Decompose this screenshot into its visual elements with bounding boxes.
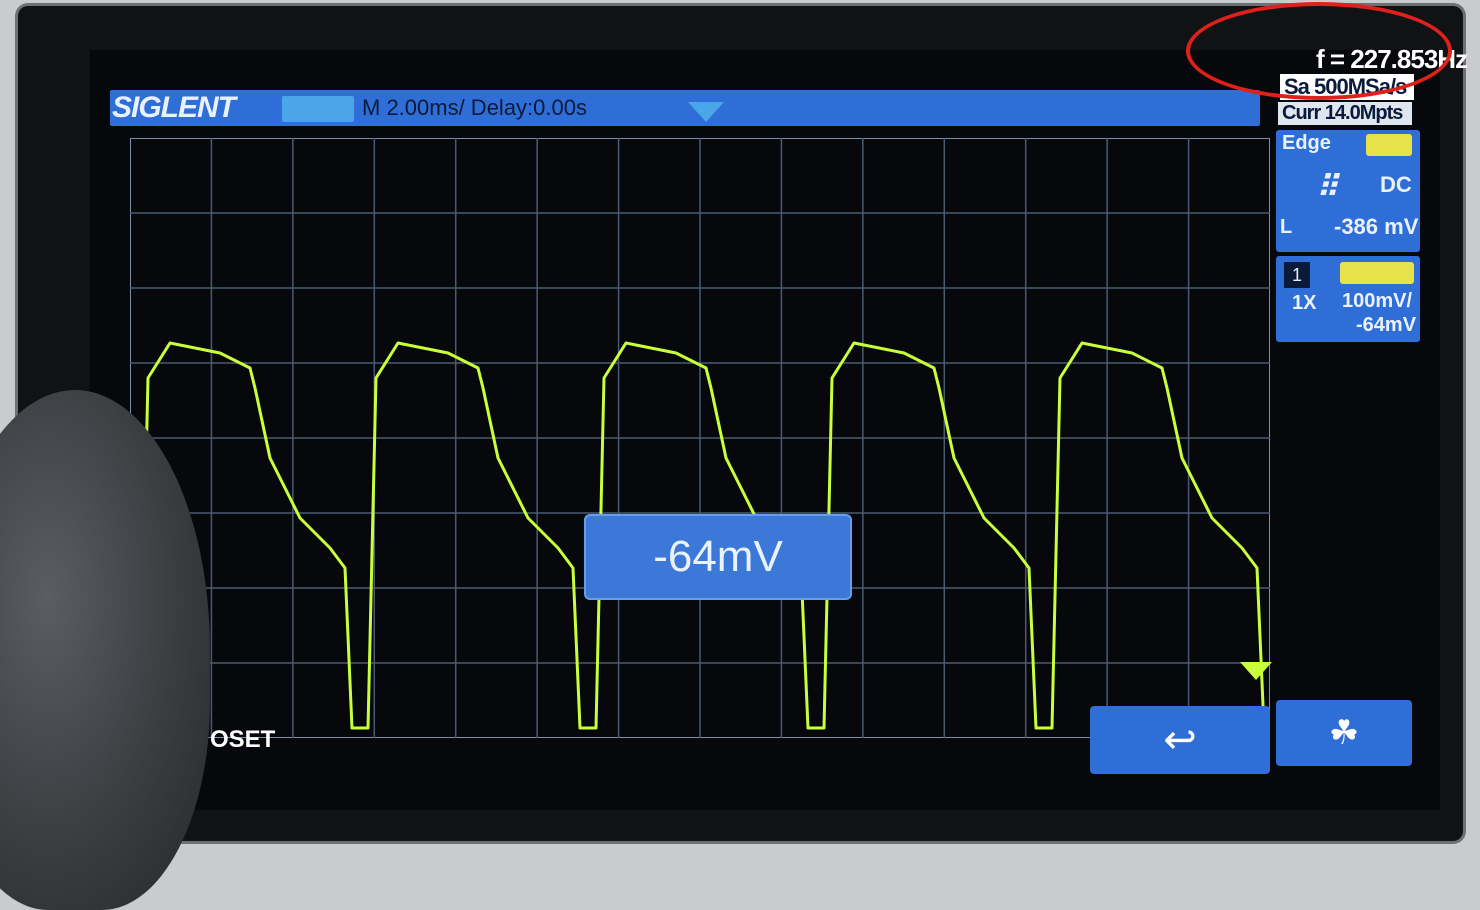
brand-logo: SIGLENT <box>112 91 236 124</box>
run-status-badge <box>282 96 354 122</box>
oscilloscope-screen: SIGLENT M 2.00ms/ Delay:0.00s -64mV f = … <box>90 44 1468 810</box>
trigger-level-marker[interactable] <box>1240 662 1272 680</box>
timebase-readout: M 2.00ms/ Delay:0.00s <box>362 95 587 120</box>
vertical-offset: -64mV <box>1356 314 1417 336</box>
channel-1-panel[interactable]: 1 1X 100mV/ -64mV <box>1276 256 1420 342</box>
trigger-source-badge <box>1366 134 1412 156</box>
red-annotation-circle <box>1186 2 1452 100</box>
trigger-type: Edge <box>1282 132 1331 154</box>
offset-popup: -64mV <box>584 514 852 600</box>
back-button[interactable]: ↩ <box>1090 706 1270 774</box>
trigger-level-value: -386 mV <box>1334 214 1419 239</box>
memory-depth-readout: Curr 14.0Mpts <box>1278 102 1412 125</box>
return-arrow-icon: ↩ <box>1163 718 1197 762</box>
oscilloscope-bezel: SIGLENT M 2.00ms/ Delay:0.00s -64mV f = … <box>18 6 1468 841</box>
channel-number: 1 <box>1284 262 1310 288</box>
trigger-position-marker[interactable] <box>688 102 724 122</box>
channel-1-trace <box>138 341 1266 730</box>
offset-softkey-label: OSET <box>210 726 276 753</box>
probe-attenuation: 1X <box>1292 292 1317 314</box>
trigger-panel[interactable]: Edge ⠿ DC L -386 mV <box>1276 130 1420 252</box>
trigger-level-label: L <box>1280 216 1293 238</box>
trigger-coupling: DC <box>1380 172 1412 197</box>
rising-edge-icon: ⠿ <box>1316 171 1338 204</box>
vertical-scale: 100mV/ <box>1342 290 1413 312</box>
menu-tree-button[interactable]: ☘ <box>1276 700 1412 766</box>
tree-icon: ☘ <box>1328 714 1360 752</box>
channel-enabled-badge <box>1340 262 1414 284</box>
